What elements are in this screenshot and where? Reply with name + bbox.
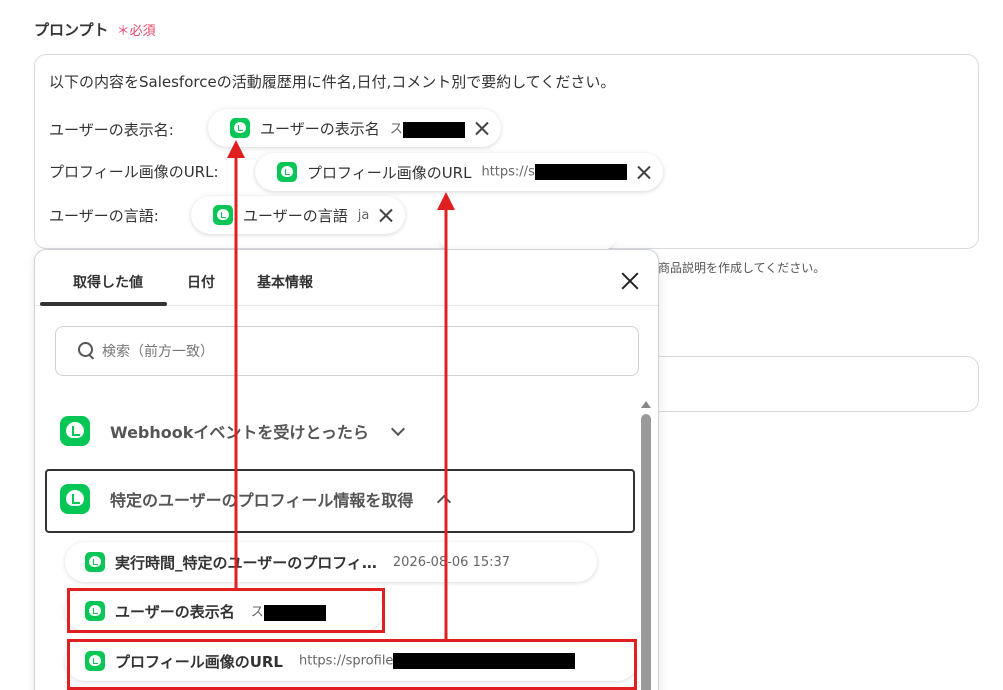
arrowhead-display-name [227,140,245,158]
arrowhead-profile-url [437,192,455,210]
annotation-arrows [227,140,455,640]
